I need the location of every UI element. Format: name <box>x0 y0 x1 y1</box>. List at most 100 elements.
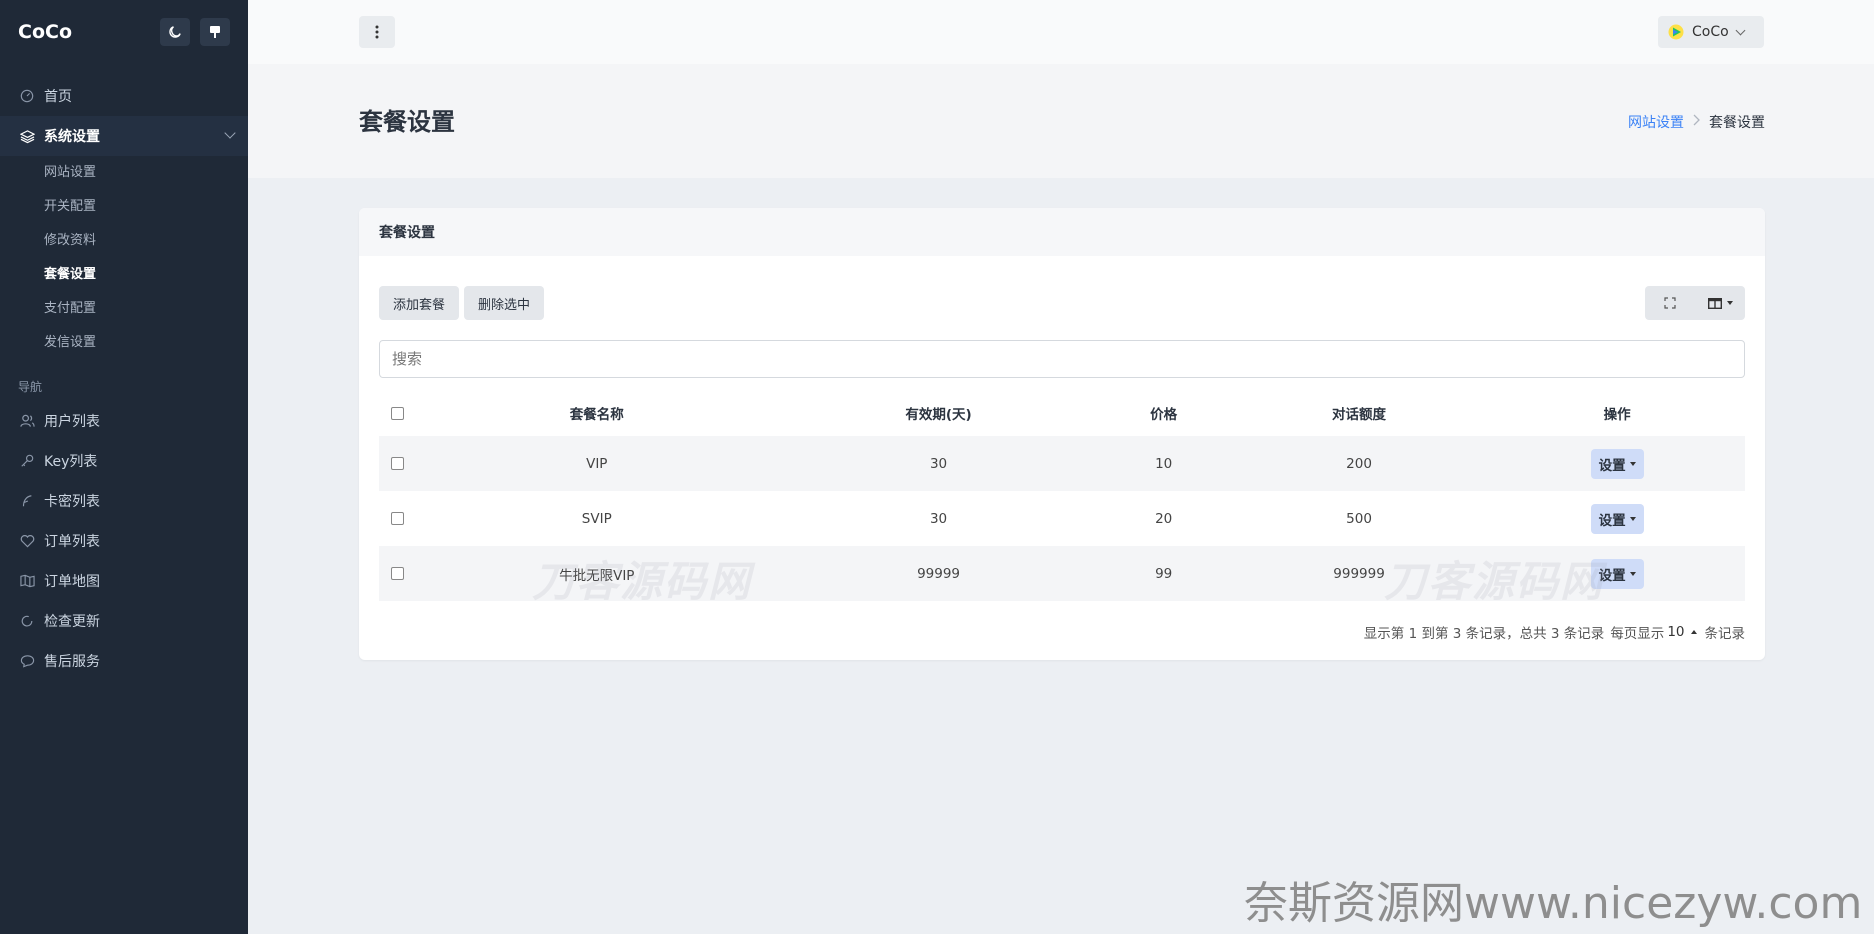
package-days: 30 <box>929 510 948 527</box>
breadcrumb-current: 套餐设置 <box>1709 115 1765 131</box>
page-title: 套餐设置 <box>359 108 455 136</box>
fullscreen-button[interactable] <box>1645 286 1695 320</box>
user-menu[interactable]: CoCo <box>1658 16 1764 48</box>
caret-up-icon <box>1690 630 1697 634</box>
submenu-website-settings[interactable]: 网站设置 <box>0 156 248 190</box>
dark-mode-button[interactable] <box>160 18 190 46</box>
column-header-quota[interactable]: 对话额度 <box>1229 390 1489 436</box>
row-select-cell <box>379 546 415 601</box>
chevron-down-icon <box>224 127 236 139</box>
sidebar-item-check-update[interactable]: 检查更新 <box>0 601 248 641</box>
user-avatar-icon <box>1668 24 1684 40</box>
add-package-button[interactable]: 添加套餐 <box>379 286 459 320</box>
chat-icon <box>18 654 36 668</box>
submenu-payment-config[interactable]: 支付配置 <box>0 292 248 326</box>
package-days: 30 <box>929 455 948 472</box>
refresh-icon <box>18 614 36 628</box>
feather-icon <box>18 494 36 508</box>
row-select-cell <box>379 436 415 491</box>
sidebar-item-label: 卡密列表 <box>44 494 100 510</box>
column-header-actions: 操作 <box>1603 407 1631 423</box>
sidebar-item-label: 订单地图 <box>44 574 100 590</box>
user-name: CoCo <box>1692 24 1729 40</box>
sidebar-item-label: Key列表 <box>44 454 98 470</box>
watermark-bottom: 奈斯资源网www.nicezyw.com <box>1244 878 1863 929</box>
package-price: 99 <box>1155 565 1173 582</box>
sidebar-item-label: 订单列表 <box>44 534 100 550</box>
package-name: VIP <box>586 455 608 472</box>
row-select-cell <box>379 491 415 546</box>
settings-dropdown-button[interactable]: 设置 <box>1590 503 1644 534</box>
sidebar-item-after-sales[interactable]: 售后服务 <box>0 641 248 681</box>
delete-selected-button[interactable]: 删除选中 <box>464 286 544 320</box>
row-checkbox[interactable] <box>391 457 404 470</box>
caret-down-icon <box>1629 461 1636 466</box>
sidebar-item-cards[interactable]: 卡密列表 <box>0 481 248 521</box>
sidebar-item-keys[interactable]: Key列表 <box>0 441 248 481</box>
submenu-mail-settings[interactable]: 发信设置 <box>0 326 248 360</box>
layers-icon <box>18 129 36 144</box>
sidebar: CoCo 首页 系统设置 网站设置 开关配置 修改资料 套餐设置 支付配置 发信… <box>0 0 248 934</box>
pin-sidebar-button[interactable] <box>200 18 230 46</box>
table-row: SVIP 30 20 500 设置 <box>379 491 1745 546</box>
sidebar-item-users[interactable]: 用户列表 <box>0 401 248 441</box>
watermark-overlay-left: 刀客源码网 <box>532 557 753 606</box>
table-header-row: 套餐名称 有效期(天) 价格 对话额度 操作 <box>379 390 1745 436</box>
sidebar-item-home[interactable]: 首页 <box>0 76 248 116</box>
sidebar-item-label: 首页 <box>44 89 72 105</box>
pin-icon <box>210 26 220 38</box>
package-name: SVIP <box>581 510 612 527</box>
sidebar-item-label: 售后服务 <box>44 654 100 670</box>
pagination-info: 显示第 1 到第 3 条记录，总共 3 条记录 每页显示 10 条记录 <box>1364 622 1745 642</box>
table-toolbar <box>1645 286 1745 320</box>
search-input[interactable] <box>379 340 1745 378</box>
caret-down-icon <box>1629 516 1636 521</box>
brand-logo[interactable]: CoCo <box>18 21 150 43</box>
package-quota: 200 <box>1346 455 1372 472</box>
breadcrumb-link[interactable]: 网站设置 <box>1628 112 1684 132</box>
system-settings-submenu: 网站设置 开关配置 修改资料 套餐设置 支付配置 发信设置 <box>0 156 248 360</box>
settings-dropdown-button[interactable]: 设置 <box>1590 448 1644 479</box>
sidebar-item-label: 用户列表 <box>44 414 100 430</box>
moon-icon <box>169 26 181 38</box>
sidebar-item-order-map[interactable]: 订单地图 <box>0 561 248 601</box>
chevron-right-icon <box>1693 114 1700 130</box>
watermark-overlay-right: 刀客源码网 <box>1384 557 1605 606</box>
row-actions-cell: 设置 <box>1489 436 1745 491</box>
submenu-package-settings[interactable]: 套餐设置 <box>0 258 248 292</box>
heart-icon <box>18 534 36 548</box>
more-menu-button[interactable] <box>359 16 395 48</box>
columns-toggle-button[interactable] <box>1695 286 1745 320</box>
sidebar-item-orders[interactable]: 订单列表 <box>0 521 248 561</box>
submenu-switch-config[interactable]: 开关配置 <box>0 190 248 224</box>
select-all-cell <box>379 390 415 436</box>
per-page-select[interactable]: 10 <box>1667 624 1684 640</box>
row-checkbox[interactable] <box>391 567 404 580</box>
page-header: 套餐设置 网站设置 套餐设置 <box>248 64 1874 178</box>
pagination-summary: 显示第 1 到第 3 条记录，总共 3 条记录 <box>1363 626 1605 642</box>
per-page-prefix: 每页显示 <box>1610 626 1665 642</box>
settings-label: 设置 <box>1598 457 1626 474</box>
caret-down-icon <box>1726 301 1733 305</box>
topbar: CoCo <box>248 0 1874 64</box>
column-header-name[interactable]: 套餐名称 <box>415 390 779 436</box>
dashboard-icon <box>18 89 36 103</box>
users-icon <box>18 414 36 428</box>
column-header-days[interactable]: 有效期(天) <box>779 390 1099 436</box>
key-icon <box>18 454 36 468</box>
table-row: VIP 30 10 200 设置 <box>379 436 1745 491</box>
row-checkbox[interactable] <box>391 512 404 525</box>
fullscreen-icon <box>1664 297 1676 309</box>
columns-icon <box>1707 297 1722 309</box>
submenu-edit-profile[interactable]: 修改资料 <box>0 224 248 258</box>
card-title: 套餐设置 <box>359 208 1765 256</box>
select-all-checkbox[interactable] <box>391 406 404 420</box>
caret-down-icon <box>1629 571 1636 576</box>
chevron-down-icon <box>1735 25 1746 35</box>
sidebar-item-system-settings[interactable]: 系统设置 <box>0 116 248 156</box>
package-price: 10 <box>1155 455 1173 472</box>
nav-section-heading: 导航 <box>18 380 43 394</box>
more-vertical-icon <box>375 25 379 39</box>
row-actions-cell: 设置 <box>1489 491 1745 546</box>
column-header-price[interactable]: 价格 <box>1099 390 1229 436</box>
